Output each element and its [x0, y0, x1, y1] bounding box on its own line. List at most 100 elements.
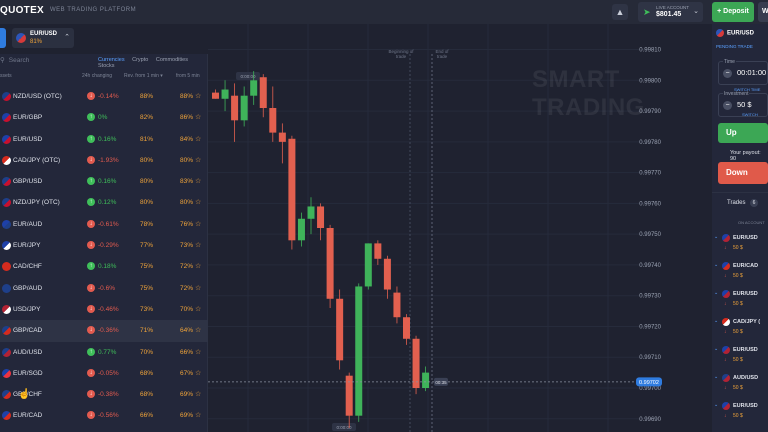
favorite-star-icon[interactable]: ☆: [195, 220, 201, 228]
currency-flag-icon: [2, 241, 11, 251]
asset-name: USD/JPY: [13, 305, 41, 313]
payout-5min: 86%: [180, 114, 194, 122]
currency-flag-icon: [2, 155, 11, 165]
currency-flag-icon: [2, 304, 11, 314]
asset-row[interactable]: EUR/AUD ↓ -0.61% 78% 76% ☆: [0, 214, 208, 235]
asset-row[interactable]: NZD/USD (OTC) ↓ -0.14% 88% 88% ☆: [0, 86, 208, 107]
app-subtitle: WEB TRADING PLATFORM: [50, 7, 137, 13]
asset-row[interactable]: EUR/JPY ↓ -0.29% 77% 73% ☆: [0, 235, 208, 256]
candle-down: [403, 317, 410, 339]
trade-item[interactable]: ⌄ AUD/USD ↓ 50 $: [712, 370, 768, 398]
asset-tab-name: EUR/USD: [30, 31, 58, 37]
time-field[interactable]: Time − 00:01:00: [718, 59, 768, 85]
asset-row[interactable]: CAD/JPY (OTC) ↓ -1.93% 80% 80% ☆: [0, 150, 208, 171]
favorite-star-icon[interactable]: ☆: [195, 92, 201, 100]
currency-flag-icon: [2, 390, 11, 400]
trades-count-badge: 6: [750, 199, 758, 207]
asset-row[interactable]: NZD/JPY (OTC) ↑ 0.12% 80% 80% ☆: [0, 192, 208, 213]
tab-crypto[interactable]: Crypto: [132, 57, 148, 63]
candle-up: [307, 206, 315, 219]
trading-app: QUOTEX WEB TRADING PLATFORM ▲ ➤ LIVE ACC…: [0, 0, 768, 432]
header-rev-5min[interactable]: from 5 min: [176, 73, 200, 79]
down-button[interactable]: Down: [718, 162, 768, 184]
arrow-down-icon: ↓: [724, 301, 727, 307]
chevron-down-icon[interactable]: ⌄: [714, 374, 718, 380]
asset-row[interactable]: EUR/USD ↑ 0.16% 81% 84% ☆: [0, 129, 208, 150]
trade-item[interactable]: ⌄ EUR/USD ↓ 50 $: [712, 286, 768, 314]
favorite-star-icon[interactable]: ☆: [195, 177, 201, 185]
chevron-down-icon[interactable]: ⌄: [714, 402, 718, 408]
deposit-button[interactable]: + Deposit: [712, 2, 754, 22]
change-value: -0.05%: [98, 369, 119, 377]
change-value: -0.56%: [98, 412, 119, 420]
investment-minus-button[interactable]: −: [723, 101, 732, 110]
chevron-down-icon[interactable]: ⌄: [714, 262, 718, 268]
trade-item[interactable]: ⌄ EUR/USD ↓ 50 $: [712, 398, 768, 426]
favorite-star-icon[interactable]: ☆: [195, 262, 201, 270]
asset-name: NZD/USD (OTC): [13, 93, 62, 100]
favorite-star-icon[interactable]: ☆: [195, 348, 201, 356]
header-rev-1min[interactable]: Rev. from 1 min ▾: [124, 73, 163, 79]
asset-name: CAD/CHF: [13, 263, 42, 271]
chevron-down-icon[interactable]: ⌄: [714, 234, 718, 240]
currency-flag-icon: [722, 402, 730, 410]
favorite-star-icon[interactable]: ☆: [195, 390, 201, 398]
price-chart[interactable]: 0.99810 0.99800 0.99790 0.99780 0.99770 0.997…: [208, 24, 678, 432]
arrow-down-icon: ↓: [87, 92, 95, 100]
asset-row[interactable]: AUD/USD ↑ 0.77% 70% 66% ☆: [0, 342, 208, 363]
chevron-down-icon[interactable]: ⌄: [714, 290, 718, 296]
header-24h-change[interactable]: 24h changing: [82, 73, 112, 79]
favorite-star-icon[interactable]: ☆: [195, 369, 201, 377]
asset-row[interactable]: GBP/USD ↑ 0.16% 80% 83% ☆: [0, 171, 208, 192]
tab-commodities[interactable]: Commodities: [156, 57, 188, 63]
search-placeholder: Search: [8, 57, 30, 64]
pending-trade-link[interactable]: PENDING TRADE: [716, 44, 753, 49]
favorite-star-icon[interactable]: ☆: [195, 305, 201, 313]
favorite-star-icon[interactable]: ☆: [195, 135, 201, 143]
favorite-star-icon[interactable]: ☆: [195, 284, 201, 292]
y-tick-label: 0.99730: [639, 294, 661, 300]
withdrawal-button[interactable]: W: [758, 2, 768, 22]
trade-item[interactable]: ⌄ EUR/USD ↓ 50 $: [712, 342, 768, 370]
switch-link[interactable]: SWITCH: [742, 112, 758, 117]
app-logo[interactable]: QUOTEX: [0, 5, 44, 16]
tab-stocks[interactable]: Stocks: [98, 63, 115, 69]
favorite-star-icon[interactable]: ☆: [195, 241, 201, 249]
candle-down: [383, 258, 391, 290]
up-button[interactable]: Up: [718, 123, 768, 143]
asset-tab-eur-usd[interactable]: EUR/USD 81% ⌃: [12, 28, 74, 48]
asset-row[interactable]: EUR/SGD ↓ -0.05% 68% 67% ☆: [0, 363, 208, 384]
favorite-star-icon[interactable]: ☆: [195, 156, 201, 164]
asset-row[interactable]: GBP/CHF ↓ -0.38% 68% 69% ☆: [0, 384, 208, 405]
trade-item[interactable]: ⌄ CAD/JPY (↓ 50 $: [712, 314, 768, 342]
add-asset-button[interactable]: [0, 28, 6, 48]
trades-header[interactable]: Trades 6: [712, 192, 768, 212]
asset-row[interactable]: USD/JPY ↓ -0.46% 73% 70% ☆: [0, 299, 208, 320]
time-minus-button[interactable]: −: [723, 69, 732, 78]
payout-1min: 68%: [140, 391, 154, 399]
trade-item[interactable]: ⌄ EUR/USD ↓ 50 $: [712, 230, 768, 258]
favorite-star-icon[interactable]: ☆: [195, 411, 201, 419]
trade-item[interactable]: ⌄ EUR/CAD ↓ 50 $: [712, 258, 768, 286]
y-tick-label: 0.99770: [639, 171, 661, 177]
currency-flag-icon: [722, 374, 730, 382]
chevron-down-icon[interactable]: ⌄: [714, 318, 718, 324]
payout-5min: 70%: [180, 305, 194, 313]
asset-name: CAD/JPY (OTC): [13, 156, 61, 164]
asset-row[interactable]: CAD/CHF ↑ 0.18% 75% 72% ☆: [0, 256, 208, 277]
account-switcher[interactable]: ➤ LIVE ACCOUNT $801.45 ⌄: [638, 2, 703, 22]
chevron-down-icon[interactable]: ⌄: [714, 346, 718, 352]
selected-asset[interactable]: EUR/USD: [716, 29, 754, 37]
asset-row[interactable]: EUR/CAD ↓ -0.56% 66% 69% ☆: [0, 405, 208, 426]
asset-row[interactable]: EUR/GBP ↑ 0% 82% 86% ☆: [0, 107, 208, 128]
asset-search-input[interactable]: ⚲ Search: [0, 56, 29, 64]
asset-row[interactable]: GBP/AUD ↓ -0.6% 75% 72% ☆: [0, 278, 208, 299]
watermark: SMART TRADING: [532, 66, 645, 121]
favorite-star-icon[interactable]: ☆: [195, 326, 201, 334]
payout-1min: 88%: [140, 93, 154, 100]
favorite-star-icon[interactable]: ☆: [195, 198, 201, 206]
candle-down: [212, 92, 219, 99]
favorite-star-icon[interactable]: ☆: [195, 113, 201, 121]
notifications-icon[interactable]: ▲: [612, 4, 628, 20]
asset-row[interactable]: GBP/CAD ↓ -0.36% 71% 64% ☆: [0, 320, 208, 342]
